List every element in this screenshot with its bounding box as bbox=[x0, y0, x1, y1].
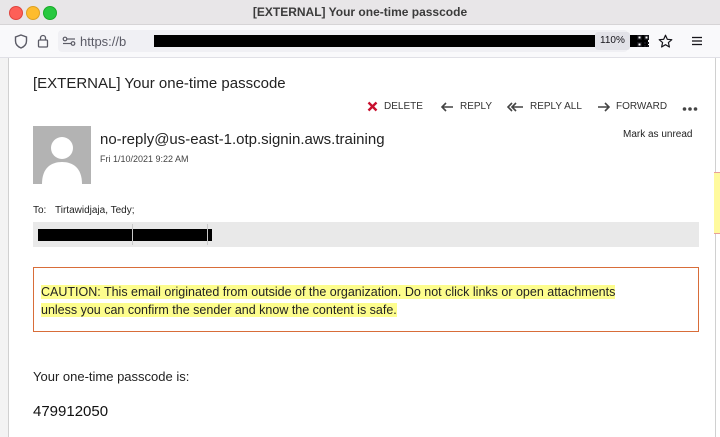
email-body-text: Your one-time passcode is: bbox=[33, 369, 190, 384]
recipient-divider bbox=[132, 224, 133, 245]
recipients-bar bbox=[33, 222, 699, 247]
sender-avatar bbox=[33, 126, 91, 184]
delete-label: DELETE bbox=[384, 101, 423, 112]
window-title: [EXTERNAL] Your one-time passcode bbox=[252, 5, 468, 19]
lock-icon[interactable] bbox=[34, 32, 52, 50]
email-reading-pane: [EXTERNAL] Your one-time passcode DELETE… bbox=[8, 58, 716, 437]
more-actions-icon[interactable] bbox=[682, 99, 698, 117]
url-redaction bbox=[154, 35, 648, 47]
forward-arrow-icon bbox=[598, 101, 610, 112]
to-label: To: bbox=[33, 205, 47, 216]
reply-label: REPLY bbox=[460, 101, 493, 112]
delete-button[interactable]: DELETE bbox=[367, 101, 423, 112]
caution-text: CAUTION: This email originated from outs… bbox=[41, 283, 681, 319]
reply-button[interactable]: REPLY bbox=[441, 101, 492, 112]
url-bar[interactable]: https://b 110% bbox=[58, 30, 648, 52]
forward-label: FORWARD bbox=[616, 101, 668, 112]
permissions-icon[interactable] bbox=[60, 32, 78, 50]
reply-arrow-icon bbox=[441, 101, 453, 112]
recipient-redaction bbox=[38, 229, 212, 241]
zoom-level-badge[interactable]: 110% bbox=[595, 32, 630, 50]
one-time-passcode: 479912050 bbox=[33, 403, 109, 420]
to-recipient[interactable]: Tirtawidjaja, Tedy; bbox=[55, 205, 134, 216]
forward-button[interactable]: FORWARD bbox=[597, 101, 667, 112]
shield-icon[interactable] bbox=[12, 32, 30, 50]
caution-label: CAUTION bbox=[41, 285, 98, 299]
caution-line-2: unless you can confirm the sender and kn… bbox=[41, 303, 397, 317]
mark-as-unread-link[interactable]: Mark as unread bbox=[623, 129, 692, 140]
sent-date: Fri 1/10/2021 9:22 AM bbox=[100, 154, 189, 164]
sender-address: no-reply@us-east-1.otp.signin.aws.traini… bbox=[100, 131, 385, 148]
person-silhouette-icon bbox=[42, 137, 82, 184]
delete-x-icon bbox=[367, 101, 378, 112]
browser-toolbar: https://b 110% bbox=[0, 25, 720, 58]
background-page-highlight bbox=[714, 172, 720, 234]
background-page-edge bbox=[0, 58, 8, 437]
qr-code-icon[interactable] bbox=[634, 32, 652, 50]
caution-line-1: : This email originated from outside of … bbox=[97, 285, 616, 299]
recipient-divider bbox=[207, 224, 208, 245]
url-text: https://b bbox=[80, 34, 127, 49]
reply-all-button[interactable]: REPLY ALL bbox=[507, 101, 582, 112]
external-caution-banner: CAUTION: This email originated from outs… bbox=[33, 267, 699, 332]
email-subject: [EXTERNAL] Your one-time passcode bbox=[33, 75, 286, 92]
hamburger-menu-icon[interactable] bbox=[688, 32, 706, 50]
star-icon[interactable] bbox=[656, 32, 674, 50]
reply-all-arrow-icon bbox=[507, 101, 523, 112]
window-titlebar: [EXTERNAL] Your one-time passcode bbox=[0, 0, 720, 25]
reply-all-label: REPLY ALL bbox=[530, 101, 582, 112]
